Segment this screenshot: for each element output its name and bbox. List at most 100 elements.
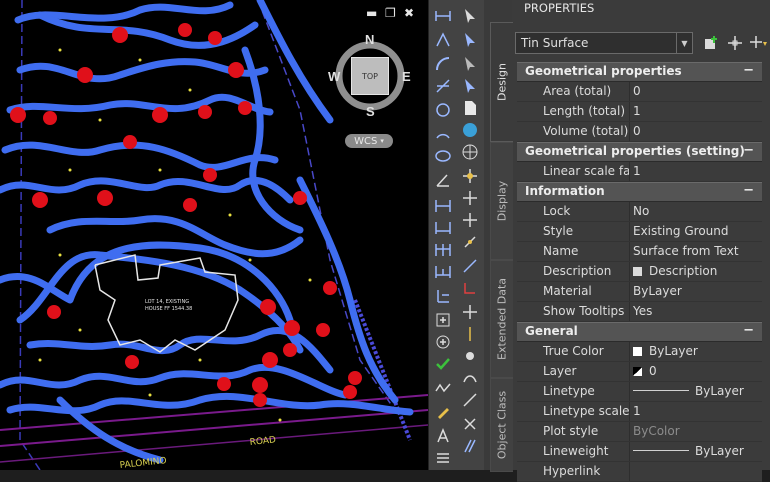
chevron-down-icon[interactable]: ▼ (676, 33, 692, 53)
property-row[interactable]: Description Description (517, 262, 762, 282)
line-tool-icon[interactable] (433, 6, 453, 26)
property-value[interactable]: ByLayer (633, 384, 744, 398)
select-window-icon[interactable] (460, 30, 480, 50)
object-type-select[interactable]: Tin Surface ▼ (515, 32, 693, 54)
section-header[interactable]: Geometrical properties − (517, 62, 762, 82)
dimension-baseline-icon[interactable] (433, 240, 453, 260)
property-row[interactable]: Layer 0 (517, 362, 762, 382)
dimension-continue-icon[interactable] (433, 262, 453, 282)
property-value[interactable]: 0 (633, 364, 657, 378)
property-row[interactable]: True Color ByLayer (517, 342, 762, 362)
ellipse-tool-icon[interactable] (433, 146, 453, 166)
snap-parallel-icon[interactable] (460, 436, 480, 456)
snap-quadrant-icon[interactable] (460, 324, 480, 344)
property-value[interactable]: ByColor (633, 424, 680, 438)
property-value[interactable]: 0 (633, 124, 641, 138)
property-row[interactable]: Lock No (517, 202, 762, 222)
select-previous-icon[interactable] (460, 76, 480, 96)
tab-display[interactable]: Display (490, 142, 513, 260)
snap-icon[interactable] (460, 166, 480, 186)
add-point-icon[interactable] (433, 332, 453, 352)
drawing-viewport[interactable]: LOT 14, EXISTING HOUSE FF 1544.38 ROAD P… (0, 0, 428, 470)
insert-block-icon[interactable] (433, 310, 453, 330)
property-value[interactable]: Existing Ground (633, 224, 728, 238)
snap-endpoint-icon[interactable] (460, 210, 480, 230)
dimension-ordinate-icon[interactable] (433, 286, 453, 306)
viewport-restore-button[interactable]: ❐ (385, 6, 396, 20)
property-row[interactable]: Linetype ByLayer (517, 382, 762, 402)
property-row[interactable]: Material ByLayer (517, 282, 762, 302)
snap-nearest-icon[interactable] (460, 390, 480, 410)
snap-angle-icon[interactable] (460, 188, 480, 208)
snap-insertion-icon[interactable] (460, 346, 480, 366)
check-icon[interactable] (433, 354, 453, 374)
property-value[interactable]: Yes (633, 304, 652, 318)
snap-extension-icon[interactable] (460, 368, 480, 388)
tab-extended-data[interactable]: Extended Data (490, 260, 513, 378)
property-row[interactable]: Linetype scale 1 (517, 402, 762, 422)
web-icon[interactable] (460, 142, 480, 162)
property-value[interactable]: Description (633, 264, 717, 278)
pick-add-icon[interactable] (726, 34, 744, 52)
property-row[interactable]: Linear scale fa...1 (517, 162, 762, 182)
dimension-icon[interactable] (433, 196, 453, 216)
collapse-icon[interactable]: − (743, 143, 754, 158)
compass-south[interactable]: S (366, 104, 375, 119)
viewcube-top-face[interactable]: TOP (351, 57, 389, 95)
dimension-aligned-icon[interactable] (433, 218, 453, 238)
globe-icon[interactable] (460, 120, 480, 140)
arc-3point-icon[interactable] (433, 124, 453, 144)
property-value[interactable]: Surface from Text (633, 244, 739, 258)
property-value[interactable]: 0 (633, 84, 641, 98)
add-selection-icon[interactable] (703, 34, 721, 52)
compass-north[interactable]: N (365, 32, 374, 47)
viewport-minimize-button[interactable]: ▬ (366, 6, 377, 20)
polyline-tool-icon[interactable] (433, 30, 453, 50)
snap-node-icon[interactable] (460, 302, 480, 322)
multiline-text-icon[interactable] (433, 448, 453, 468)
property-row[interactable]: Plot style ByColor (517, 422, 762, 442)
property-value[interactable]: 1 (633, 404, 641, 418)
pencil-icon[interactable] (433, 402, 453, 422)
property-value[interactable]: ByLayer (633, 444, 744, 458)
property-value[interactable]: ByLayer (633, 344, 698, 358)
snap-perpendicular-icon[interactable] (460, 278, 480, 298)
property-value[interactable]: 1 (633, 104, 641, 118)
collapse-icon[interactable]: − (743, 63, 754, 78)
property-row[interactable]: Lineweight ByLayer (517, 442, 762, 462)
viewport-close-button[interactable]: ✖ (404, 6, 414, 20)
property-value[interactable]: No (633, 204, 649, 218)
document-icon[interactable] (460, 98, 480, 118)
tab-object-class[interactable]: Object Class (490, 378, 513, 472)
property-row[interactable]: Show Tooltips Yes (517, 302, 762, 322)
collapse-icon[interactable]: − (743, 183, 754, 198)
text-tool-icon[interactable] (433, 426, 453, 446)
snap-apparent-icon[interactable] (460, 414, 480, 434)
select-lasso-icon[interactable] (460, 54, 480, 74)
compass-west[interactable]: W (328, 69, 340, 84)
construction-line-icon[interactable] (433, 76, 453, 96)
section-header[interactable]: Geometrical properties (setting) − (517, 142, 762, 162)
collapse-icon[interactable]: − (743, 323, 754, 338)
property-row[interactable]: Style Existing Ground (517, 222, 762, 242)
property-row[interactable]: Length (total) 1 (517, 102, 762, 122)
circle-tool-icon[interactable] (433, 100, 453, 120)
compass-east[interactable]: E (402, 69, 411, 84)
profile-icon[interactable] (433, 378, 453, 398)
snap-midpoint-icon[interactable] (460, 232, 480, 252)
arc-tool-icon[interactable] (433, 54, 453, 74)
property-row[interactable]: Area (total) 0 (517, 82, 762, 102)
property-value[interactable]: ByLayer (633, 284, 682, 298)
section-header[interactable]: General − (517, 322, 762, 342)
property-value[interactable]: 1 (633, 164, 641, 178)
wcs-menu-button[interactable]: WCS ▾ (345, 134, 393, 148)
tab-design[interactable]: Design (490, 22, 513, 142)
property-row[interactable]: Name Surface from Text (517, 242, 762, 262)
select-arrow-icon[interactable] (460, 6, 480, 26)
quick-select-icon[interactable] (750, 34, 768, 52)
snap-tangent-icon[interactable] (460, 256, 480, 276)
section-header[interactable]: Information − (517, 182, 762, 202)
angle-tool-icon[interactable] (433, 170, 453, 190)
property-row[interactable]: Volume (total) 0 (517, 122, 762, 142)
property-row[interactable]: Hyperlink (517, 462, 762, 482)
